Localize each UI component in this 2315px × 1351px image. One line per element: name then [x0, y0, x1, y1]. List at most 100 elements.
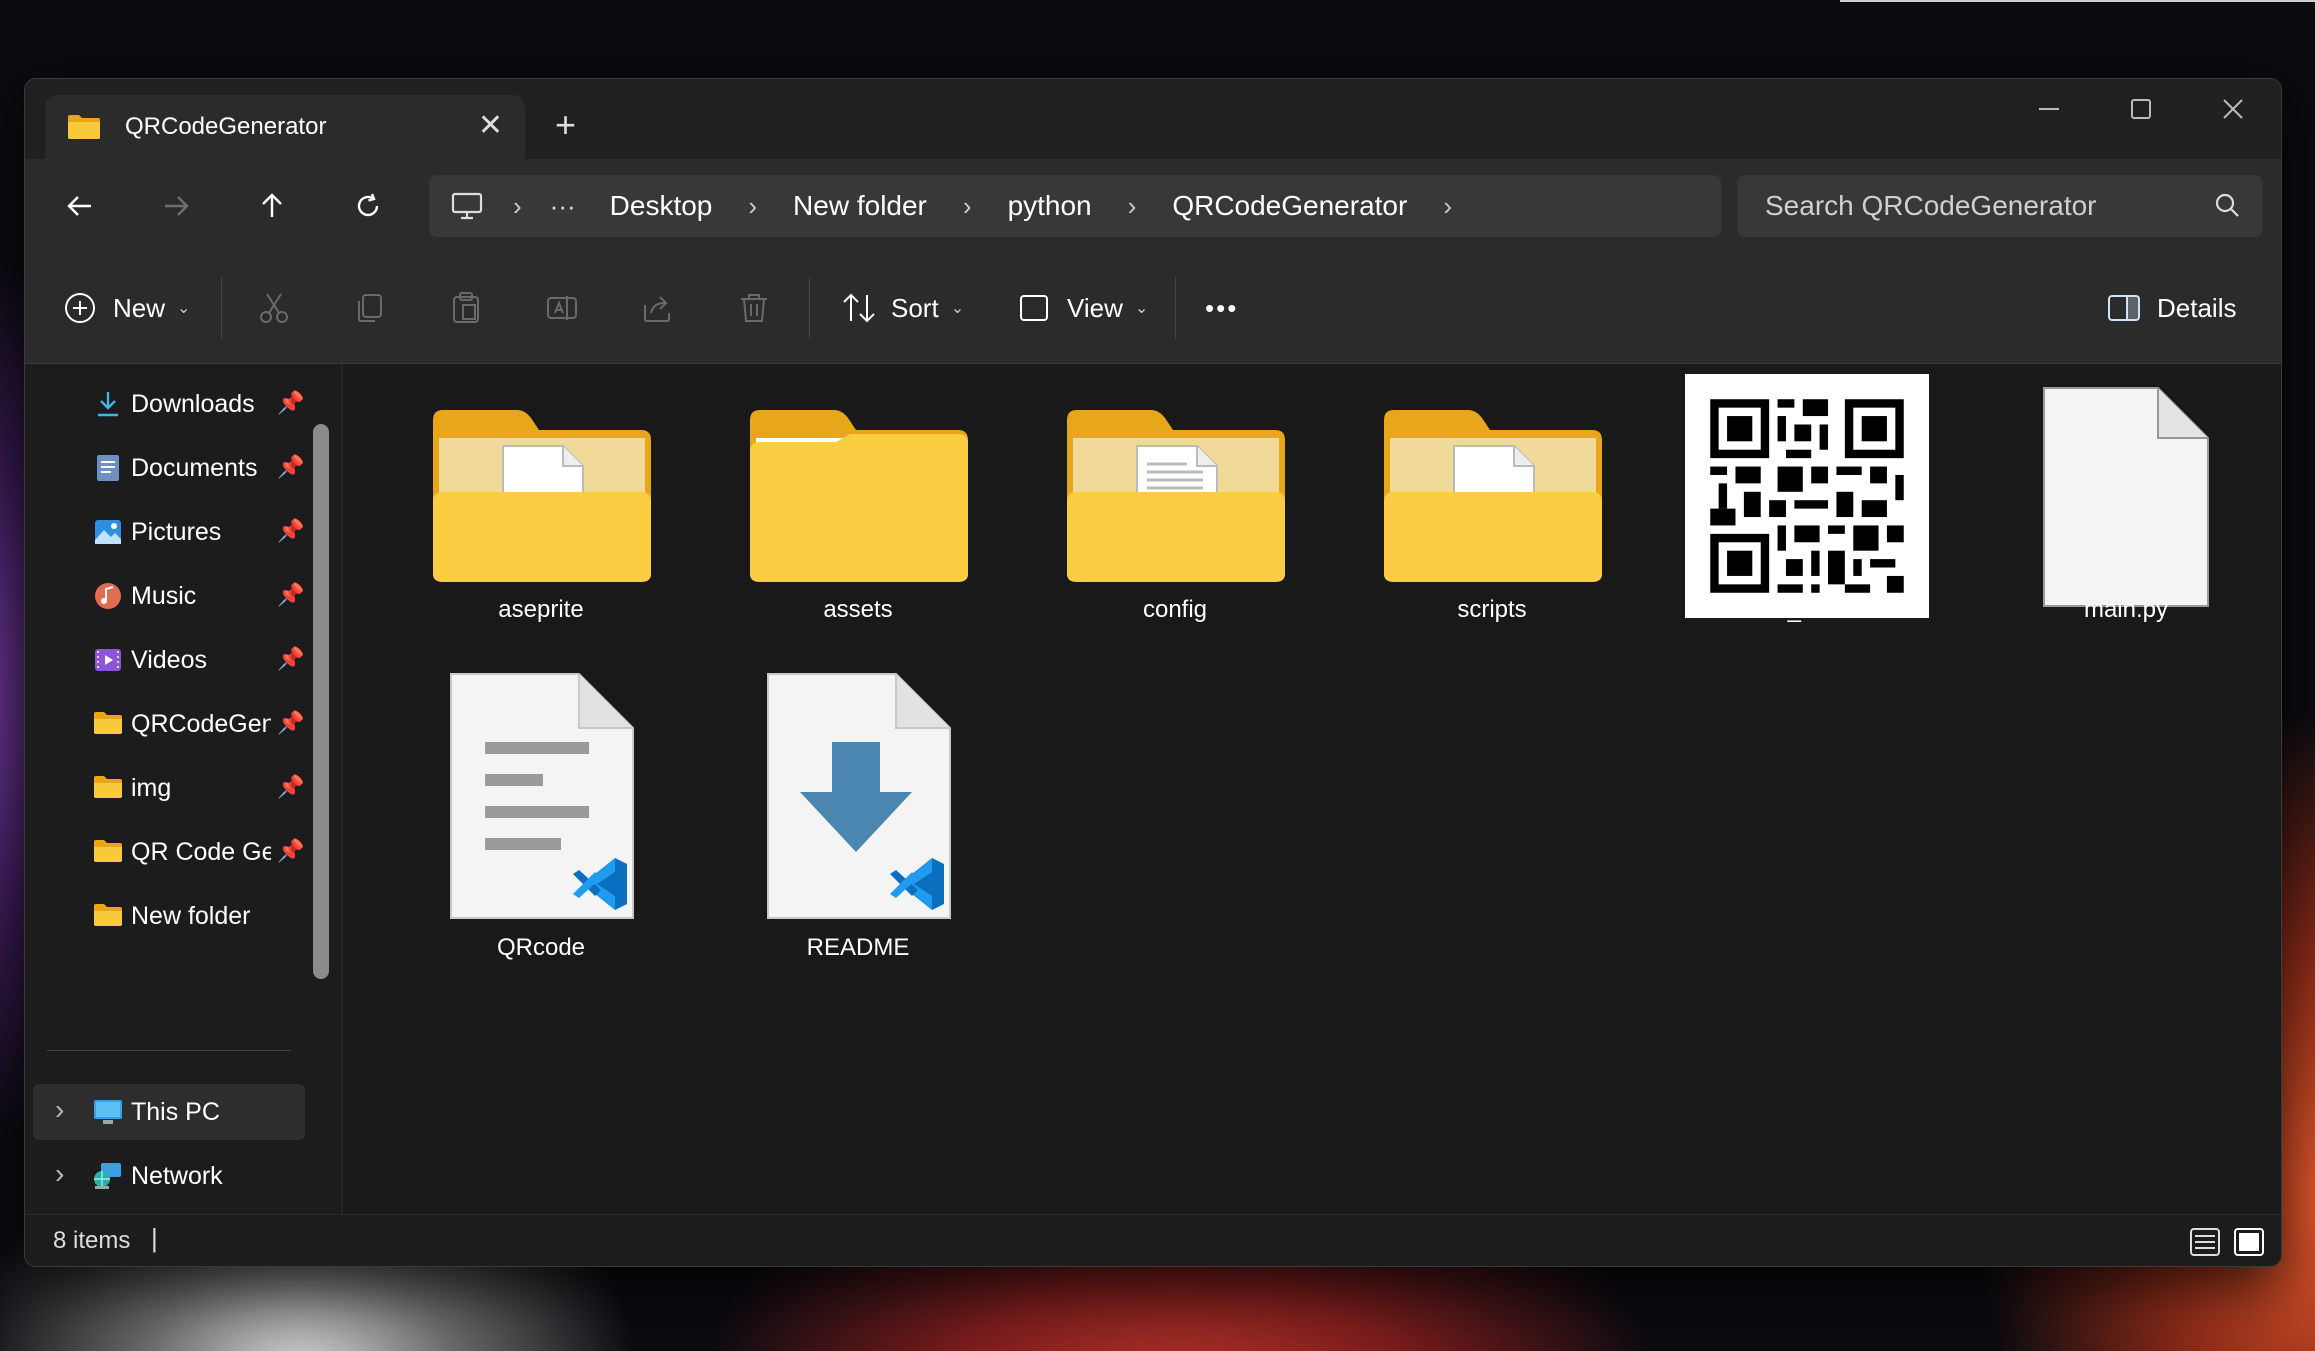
chevron-right-icon[interactable]: ›	[748, 191, 757, 222]
file-name: README	[806, 934, 910, 961]
new-button[interactable]: New ⌄	[63, 283, 190, 333]
chevron-right-icon[interactable]: ›	[963, 191, 972, 222]
file-name: config	[1142, 596, 1208, 623]
details-button[interactable]: Details	[2107, 283, 2236, 333]
file-list-area: aseprite assets config scripts file_name…	[343, 364, 2281, 1214]
file-item-config[interactable]: config	[1025, 374, 1325, 674]
chevron-right-icon[interactable]: ›	[1443, 191, 1452, 222]
sidebar-item-label: QR Code Generator	[131, 838, 271, 866]
chevron-right-icon[interactable]: ›	[55, 1094, 64, 1126]
sidebar-item-network[interactable]: › Network	[25, 1148, 325, 1204]
network-icon	[93, 1162, 123, 1190]
file-item-file-name[interactable]: file_name	[1659, 374, 1959, 674]
sidebar-item-pictures[interactable]: Pictures 📌	[25, 504, 325, 560]
copy-icon[interactable]	[353, 283, 387, 333]
sidebar-item-qr-code-generator[interactable]: QR Code Generator 📌	[25, 824, 325, 880]
text-cursor: |	[151, 1223, 158, 1253]
pin-icon: 📌	[277, 774, 305, 799]
file-name: aseprite	[498, 596, 584, 623]
cut-icon[interactable]	[257, 283, 291, 333]
chevron-right-icon[interactable]: ›	[55, 1158, 64, 1190]
file-item-readme[interactable]: README	[708, 672, 1008, 982]
paste-icon[interactable]	[449, 283, 483, 333]
maximize-icon[interactable]	[2129, 97, 2153, 128]
forward-arrow-icon[interactable]	[151, 181, 201, 231]
back-arrow-icon[interactable]	[55, 181, 105, 231]
chevron-right-icon[interactable]: ›	[1128, 191, 1137, 222]
pin-icon: 📌	[277, 582, 305, 607]
music-icon	[93, 582, 123, 610]
delete-icon[interactable]	[737, 283, 771, 333]
chevron-down-icon: ⌄	[177, 300, 191, 317]
more-options-button[interactable]: •••	[1205, 283, 1238, 333]
sidebar-item-music[interactable]: Music 📌	[25, 568, 325, 624]
sidebar-scrollbar[interactable]	[313, 424, 329, 979]
sidebar-item-label: QRCodeGenerator	[131, 710, 271, 738]
up-arrow-icon[interactable]	[247, 181, 297, 231]
address-bar[interactable]: › ··· Desktop › New folder › python › QR…	[429, 175, 1721, 237]
overflow-ellipsis[interactable]: ···	[550, 191, 576, 222]
chevron-right-icon[interactable]: ›	[513, 191, 522, 222]
navigation-bar: › ··· Desktop › New folder › python › QR…	[25, 159, 2281, 253]
title-bar: QRCodeGenerator ✕ +	[25, 79, 2281, 159]
generic-file-icon	[2043, 387, 2209, 607]
tab-title: QRCodeGenerator	[125, 113, 327, 140]
plus-circle-icon	[65, 293, 95, 323]
sidebar-item-qrcodegenerator[interactable]: QRCodeGenerator 📌	[25, 696, 325, 752]
vscode-markdown-file-icon	[767, 673, 951, 919]
minimize-icon[interactable]	[2037, 97, 2061, 128]
file-item-assets[interactable]: assets	[708, 374, 1008, 674]
folder-icon	[93, 838, 123, 866]
file-item-aseprite[interactable]: aseprite	[391, 374, 691, 674]
toolbar-divider	[221, 277, 222, 339]
file-item-qrcode[interactable]: QRcode	[391, 672, 691, 982]
command-bar: New ⌄ Sort ⌄ View ⌄ ••• Details	[25, 253, 2281, 364]
pin-icon: 📌	[277, 710, 305, 735]
sidebar-item-downloads[interactable]: Downloads 📌	[25, 376, 325, 432]
file-item-scripts[interactable]: scripts	[1342, 374, 1642, 674]
tab-qrcodegenerator[interactable]: QRCodeGenerator ✕	[45, 95, 525, 159]
folder-icon	[750, 410, 968, 582]
sort-button[interactable]: Sort ⌄	[841, 283, 964, 333]
crumb-desktop[interactable]: Desktop	[610, 190, 713, 222]
sidebar-item-documents[interactable]: Documents 📌	[25, 440, 325, 496]
rename-icon[interactable]	[545, 283, 579, 333]
qr-code-thumbnail	[1685, 374, 1929, 618]
search-box[interactable]: Search QRCodeGenerator	[1737, 175, 2263, 237]
sidebar-item-label: This PC	[131, 1098, 220, 1126]
large-icons-view-icon[interactable]	[2233, 1227, 2265, 1262]
folder-icon	[93, 902, 123, 930]
sidebar-item-img[interactable]: img 📌	[25, 760, 325, 816]
new-label: New	[113, 292, 166, 323]
toolbar-divider	[809, 277, 810, 339]
refresh-icon[interactable]	[343, 181, 393, 231]
close-tab-icon[interactable]: ✕	[478, 111, 503, 141]
file-name: assets	[823, 596, 893, 623]
crumb-qrcodegenerator[interactable]: QRCodeGenerator	[1172, 190, 1407, 222]
details-view-icon[interactable]	[2189, 1227, 2221, 1262]
sidebar-item-new-folder[interactable]: New folder	[25, 888, 325, 944]
file-item-main-py[interactable]: main.py	[1976, 374, 2276, 674]
search-input[interactable]: Search QRCodeGenerator	[1765, 190, 2097, 222]
search-icon[interactable]	[2213, 191, 2241, 224]
sidebar-item-this-pc[interactable]: › This PC	[33, 1084, 305, 1140]
folder-icon	[93, 710, 123, 738]
navigation-pane: Downloads 📌 Documents 📌 Pictures 📌 Music…	[25, 364, 341, 1214]
close-window-icon[interactable]	[2221, 97, 2245, 128]
chevron-down-icon: ⌄	[1134, 300, 1149, 317]
view-button[interactable]: View ⌄	[1017, 283, 1148, 333]
sidebar-item-label: Network	[131, 1162, 223, 1190]
crumb-new-folder[interactable]: New folder	[793, 190, 927, 222]
pin-icon: 📌	[277, 454, 305, 479]
sidebar-divider	[47, 1050, 291, 1051]
pictures-icon	[93, 518, 123, 546]
monitor-icon[interactable]	[451, 191, 483, 221]
videos-icon	[93, 646, 123, 674]
view-icon	[1020, 295, 1048, 321]
sidebar-item-videos[interactable]: Videos 📌	[25, 632, 325, 688]
new-tab-button[interactable]: +	[555, 107, 576, 143]
crumb-python[interactable]: python	[1008, 190, 1092, 222]
download-arrow-icon	[93, 390, 123, 418]
share-icon[interactable]	[641, 283, 675, 333]
chevron-down-icon: ⌄	[950, 300, 965, 317]
